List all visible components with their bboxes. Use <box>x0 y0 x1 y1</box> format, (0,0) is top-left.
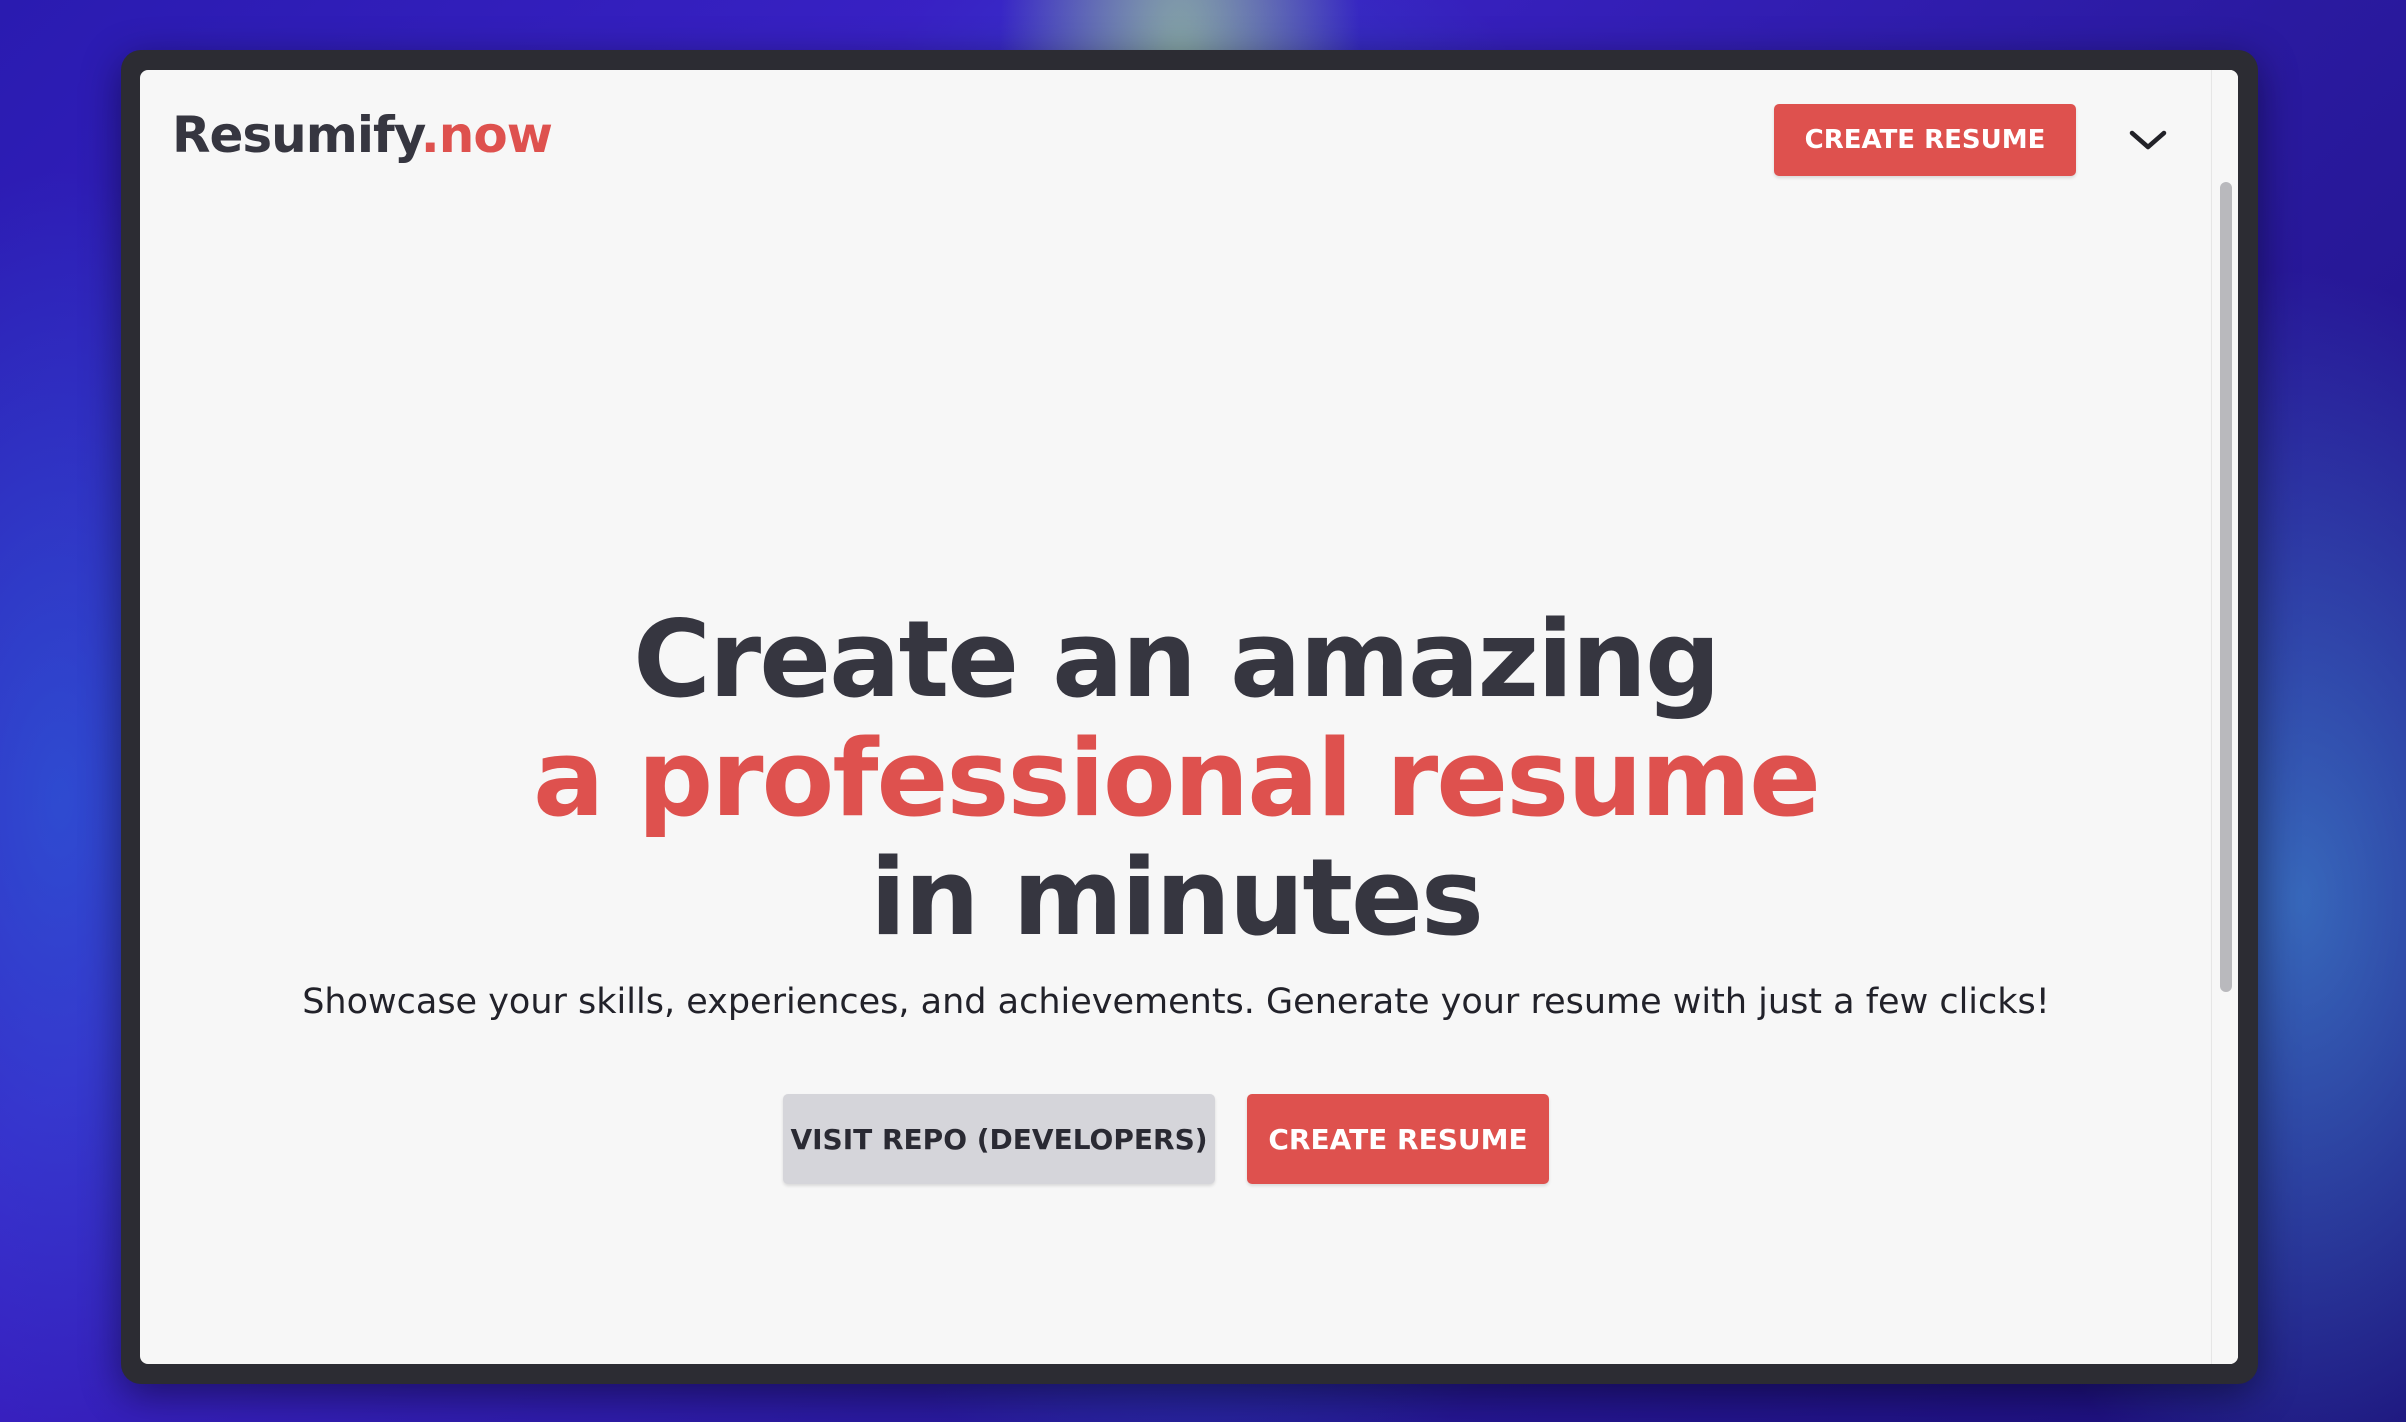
visit-repo-button[interactable]: VISIT REPO (DEVELOPERS) <box>783 1094 1215 1184</box>
page-viewport: Resumify.now CREATE RESUME Create an ama… <box>140 70 2238 1364</box>
nav-create-resume-button[interactable]: CREATE RESUME <box>1774 104 2076 176</box>
navbar: Resumify.now CREATE RESUME <box>140 70 2212 210</box>
brand-logo[interactable]: Resumify.now <box>172 106 553 164</box>
hero-title-line-2: a professional resume <box>532 717 1821 840</box>
scrollbar-thumb[interactable] <box>2220 182 2232 992</box>
scrollbar[interactable] <box>2211 70 2238 1364</box>
hero-create-resume-button[interactable]: CREATE RESUME <box>1247 1094 1549 1184</box>
logo-text: Resumify <box>172 106 422 164</box>
hero-subtitle: Showcase your skills, experiences, and a… <box>302 982 2050 1022</box>
hero-title: Create an amazing a professional resume … <box>140 600 2212 957</box>
chevron-down-icon[interactable] <box>2124 118 2172 162</box>
hero-title-line-1: Create an amazing <box>633 598 1721 721</box>
hero-title-line-3: in minutes <box>869 836 1484 959</box>
logo-accent-text: .now <box>420 106 553 164</box>
